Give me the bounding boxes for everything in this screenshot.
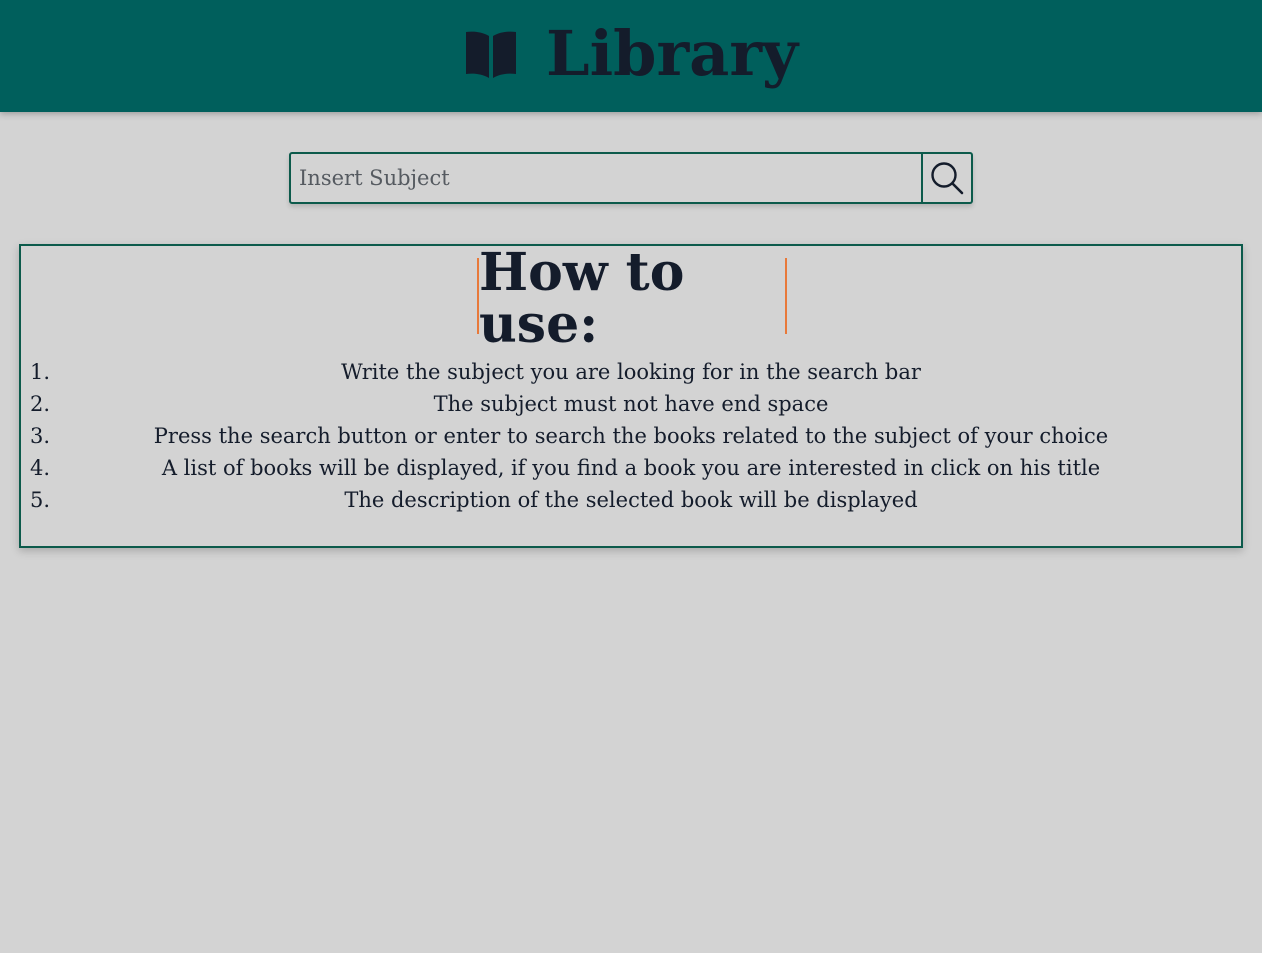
step-number: 4. (30, 456, 51, 480)
instruction-step: 5. The description of the selected book … (21, 484, 1241, 516)
app-header: Library (0, 0, 1262, 112)
instructions-title: How to use: (479, 242, 685, 355)
instructions-title-frame: How to use: (477, 247, 787, 351)
step-number: 5. (30, 488, 51, 512)
search-input[interactable] (291, 154, 921, 202)
step-text: Press the search button or enter to sear… (153, 424, 1109, 448)
instruction-step: 3. Press the search button or enter to s… (21, 420, 1241, 452)
step-text: The description of the selected book wil… (344, 488, 918, 512)
open-book-icon (465, 31, 516, 78)
step-text: The subject must not have end space (433, 392, 829, 416)
instruction-step: 4. A list of books will be displayed, if… (21, 452, 1241, 484)
step-text: A list of books will be displayed, if yo… (161, 456, 1101, 480)
app-title: Library (545, 17, 799, 90)
step-number: 3. (30, 424, 51, 448)
search-button[interactable] (921, 154, 971, 202)
instructions-list: 1. Write the subject you are looking for… (21, 356, 1241, 516)
step-number: 1. (30, 360, 51, 384)
search-bar (289, 152, 973, 204)
instructions-panel: How to use: 1. Write the subject you are… (19, 244, 1243, 548)
brand: Library (464, 23, 798, 85)
instruction-step: 2. The subject must not have end space (21, 388, 1241, 420)
step-text: Write the subject you are looking for in… (341, 360, 921, 384)
step-number: 2. (30, 392, 51, 416)
search-icon (931, 162, 964, 195)
instruction-step: 1. Write the subject you are looking for… (21, 356, 1241, 388)
